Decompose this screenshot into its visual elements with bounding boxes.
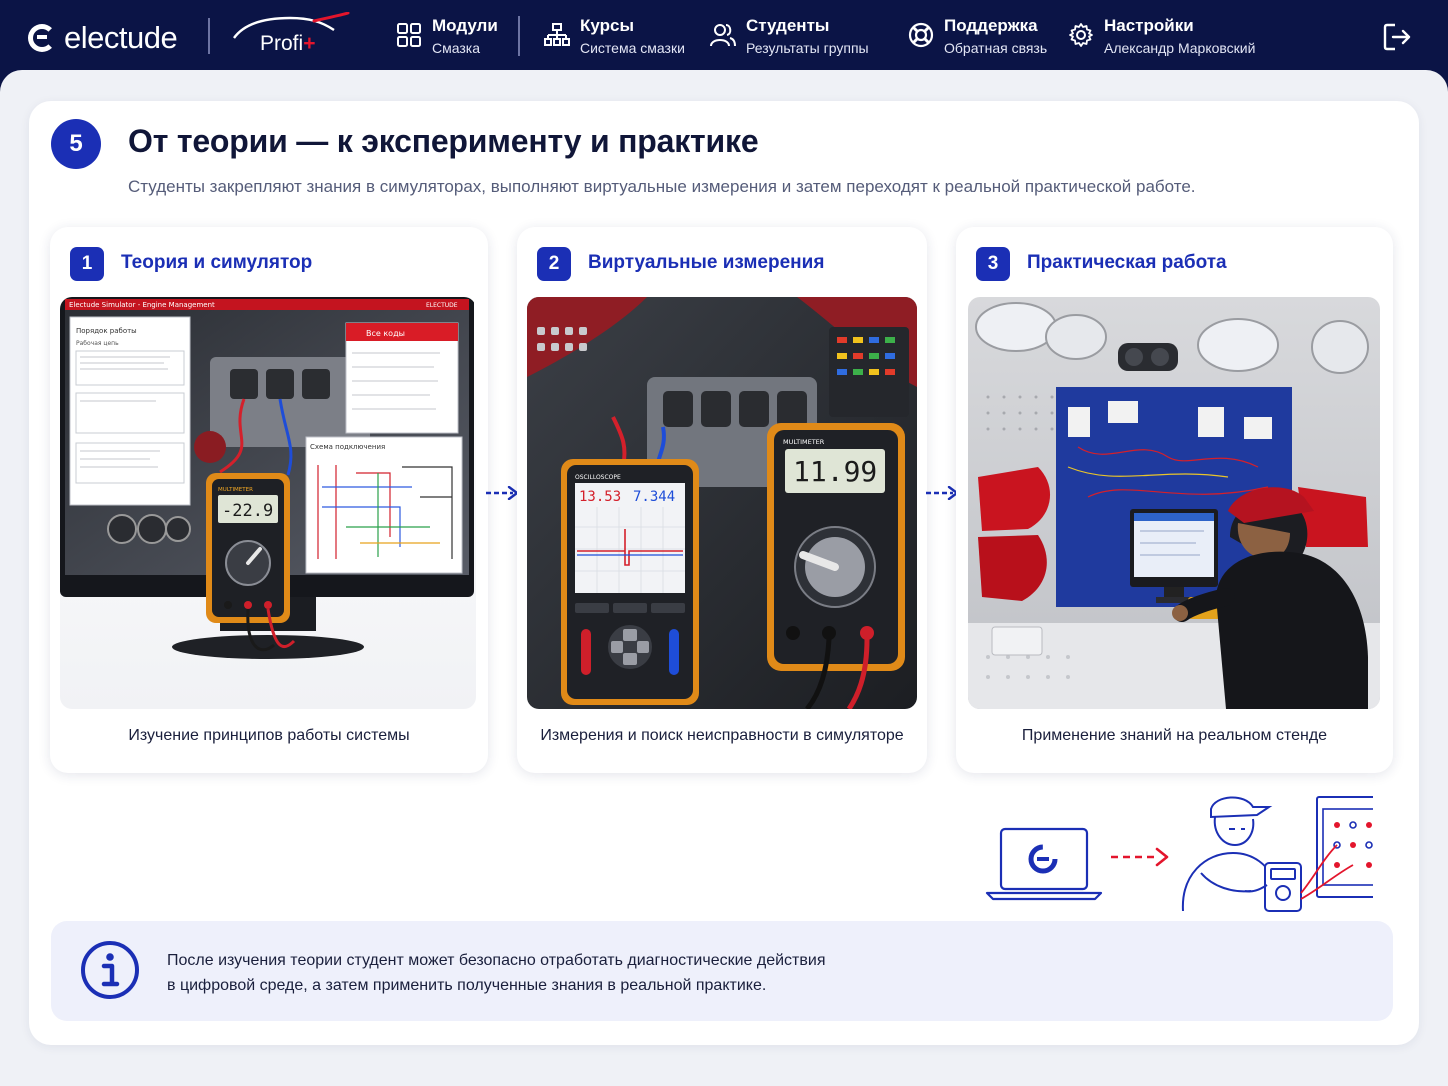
card-caption: Изучение принципов работы системы: [128, 727, 410, 744]
nav-support[interactable]: Поддержка Обратная связь: [908, 14, 1047, 58]
card-title: Практическая работа: [1027, 252, 1227, 273]
section-subtitle: Студенты закрепляют знания в симуляторах…: [128, 177, 1196, 196]
nav-courses-title: Курсы: [580, 16, 634, 35]
brand[interactable]: electude: [28, 20, 178, 56]
sim-window-title: Electude Simulator - Engine Management: [69, 301, 215, 309]
sim-meter-reading: -22.9: [222, 501, 273, 521]
profi-logo[interactable]: Profi+: [230, 12, 354, 60]
flow-arrow-icon: [486, 486, 519, 500]
nav-modules-sub: Смазка: [432, 40, 481, 56]
page-content: 5 От теории — к эксперименту и практике …: [0, 70, 1448, 1086]
nav-settings[interactable]: Настройки Александр Марковский: [1068, 14, 1255, 58]
nav-support-title: Поддержка: [944, 16, 1038, 35]
sim-meter-label: MULTIMETER: [218, 487, 253, 493]
section-title: От теории — к эксперименту и практике: [128, 123, 759, 159]
card-number-badge: 2: [537, 247, 571, 281]
info-icon: [81, 941, 139, 999]
test-board-icon: [1300, 796, 1373, 900]
top-navigation: electude Profi+ Модули Смазка Курсы Сист…: [0, 0, 1448, 80]
dmm-label: MULTIMETER: [783, 438, 825, 446]
laptop-icon: [985, 827, 1103, 901]
nav-modules[interactable]: Модули Смазка: [396, 14, 498, 58]
hierarchy-icon: [544, 23, 570, 46]
card-caption: Применение знаний на реальном стенде: [1021, 727, 1328, 744]
nav-courses-sub: Система смазки: [580, 40, 685, 56]
section-panel: 5 От теории — к эксперименту и практике …: [29, 101, 1419, 1045]
nav-courses[interactable]: Курсы Система смазки: [544, 14, 685, 58]
scope-value-1: 13.53: [579, 489, 621, 505]
brand-divider: [208, 18, 210, 54]
profi-label: Profi+: [260, 32, 315, 56]
card-virtual-measurements[interactable]: 2 Виртуальные измерения OSCILLOSCOPE 13.…: [517, 227, 927, 773]
nav-settings-title: Настройки: [1104, 16, 1194, 35]
practical-stand-image: [968, 297, 1380, 709]
card-title: Виртуальные измерения: [588, 252, 825, 273]
profi-plus: +: [303, 32, 316, 55]
info-line-2: в цифровой среде, а затем применить полу…: [167, 977, 767, 994]
sim-panel-title: Порядок работы: [76, 327, 137, 335]
sim-window-logo: ELECTUDE: [426, 302, 458, 309]
card-practical-work[interactable]: 3 Практическая работа Применение знаний …: [956, 227, 1393, 773]
users-icon: [710, 24, 736, 47]
info-line-1: После изучения теории студент может безо…: [167, 952, 826, 969]
brand-name: electude: [64, 20, 178, 55]
virtual-measurement-image: OSCILLOSCOPE 13.53 7.344 MULTIMETER 11.9…: [527, 297, 917, 709]
nav-students-sub: Результаты группы: [746, 40, 869, 56]
sim-panel-sub: Рабочая цепь: [76, 340, 119, 347]
nav-support-sub: Обратная связь: [944, 40, 1048, 56]
gear-icon: [1069, 23, 1093, 47]
nav-settings-user: Александр Марковский: [1104, 40, 1256, 56]
dmm-reading: 11.99: [793, 455, 877, 488]
sim-codes-title: Все коды: [366, 329, 405, 338]
sim-diagram-title: Схема подключения: [310, 443, 385, 451]
grid-icon: [397, 23, 421, 47]
lifebuoy-icon: [908, 22, 934, 48]
electude-logo-icon: [28, 24, 56, 52]
card-number-badge: 1: [70, 247, 104, 281]
technician-icon: [1181, 796, 1302, 912]
section-number-badge: 5: [51, 119, 101, 169]
card-caption: Измерения и поиск неисправности в симуля…: [540, 727, 904, 744]
simulator-to-practice-illustration: [985, 796, 1373, 912]
simulator-screen-image: Electude Simulator - Engine Management E…: [60, 297, 476, 709]
card-title: Теория и симулятор: [121, 252, 313, 273]
card-number-badge: 3: [976, 247, 1010, 281]
info-text: После изучения теории студент может безо…: [167, 948, 825, 998]
scope-label: OSCILLOSCOPE: [575, 474, 621, 481]
nav-students-title: Студенты: [746, 16, 830, 35]
nav-modules-title: Модули: [432, 16, 498, 35]
logout-icon[interactable]: [1382, 22, 1412, 52]
nav-students[interactable]: Студенты Результаты группы: [710, 14, 869, 58]
card-theory-simulator[interactable]: 1 Теория и симулятор Electude Simulator …: [50, 227, 488, 773]
nav-divider: [518, 16, 520, 56]
info-banner: После изучения теории студент может безо…: [51, 921, 1393, 1021]
profi-text: Profi: [260, 32, 304, 55]
scope-value-2: 7.344: [633, 489, 675, 505]
dashed-arrow-icon: [1111, 847, 1169, 867]
